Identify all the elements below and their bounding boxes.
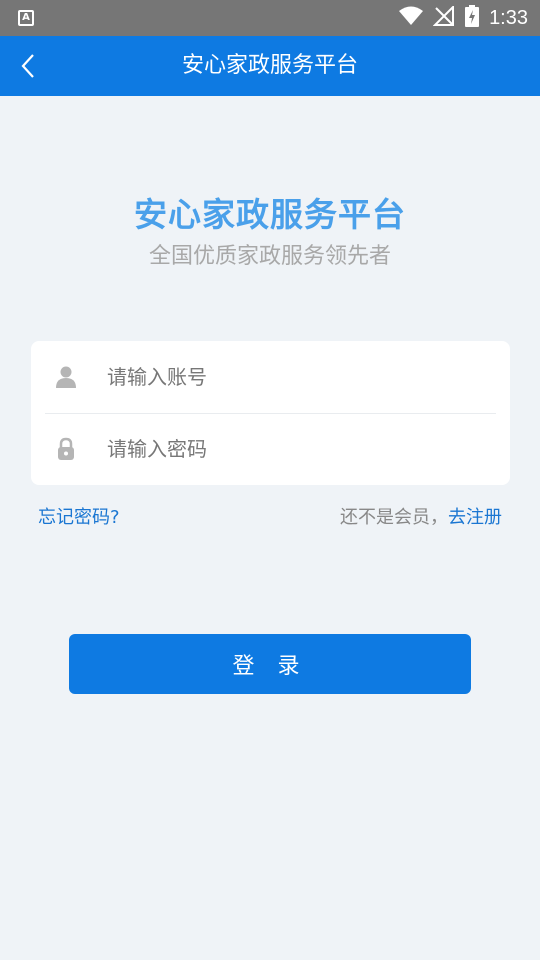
user-icon [53,364,79,390]
battery-charging-icon [465,5,480,31]
back-button[interactable] [10,48,46,84]
app-bar-title: 安心家政服务平台 [181,53,358,78]
account-field-row [45,341,496,414]
app-notification-icon: A [18,10,34,26]
status-bar-right: 1:33 [399,0,528,36]
brand-title: 安心家政服务平台 [134,195,406,234]
register-link[interactable]: 去注册 [448,507,502,528]
status-time: 1:33 [489,6,528,29]
not-member-text: 还不是会员， [340,507,448,528]
account-input[interactable] [105,364,496,390]
forgot-password-link[interactable]: 忘记密码? [38,503,120,529]
password-field-row [45,413,496,485]
signal-off-icon [432,4,455,30]
lock-icon [53,436,79,462]
wifi-icon [399,6,424,30]
app-bar: 安心家政服务平台 [0,36,540,96]
status-bar: A 1:33 [0,0,540,36]
register-row: 还不是会员，去注册 [340,503,502,529]
password-input[interactable] [105,436,496,462]
login-card [31,341,510,485]
brand-subtitle: 全国优质家政服务领先者 [148,244,391,269]
chevron-left-icon [21,54,34,78]
login-button[interactable]: 登 录 [69,634,471,694]
